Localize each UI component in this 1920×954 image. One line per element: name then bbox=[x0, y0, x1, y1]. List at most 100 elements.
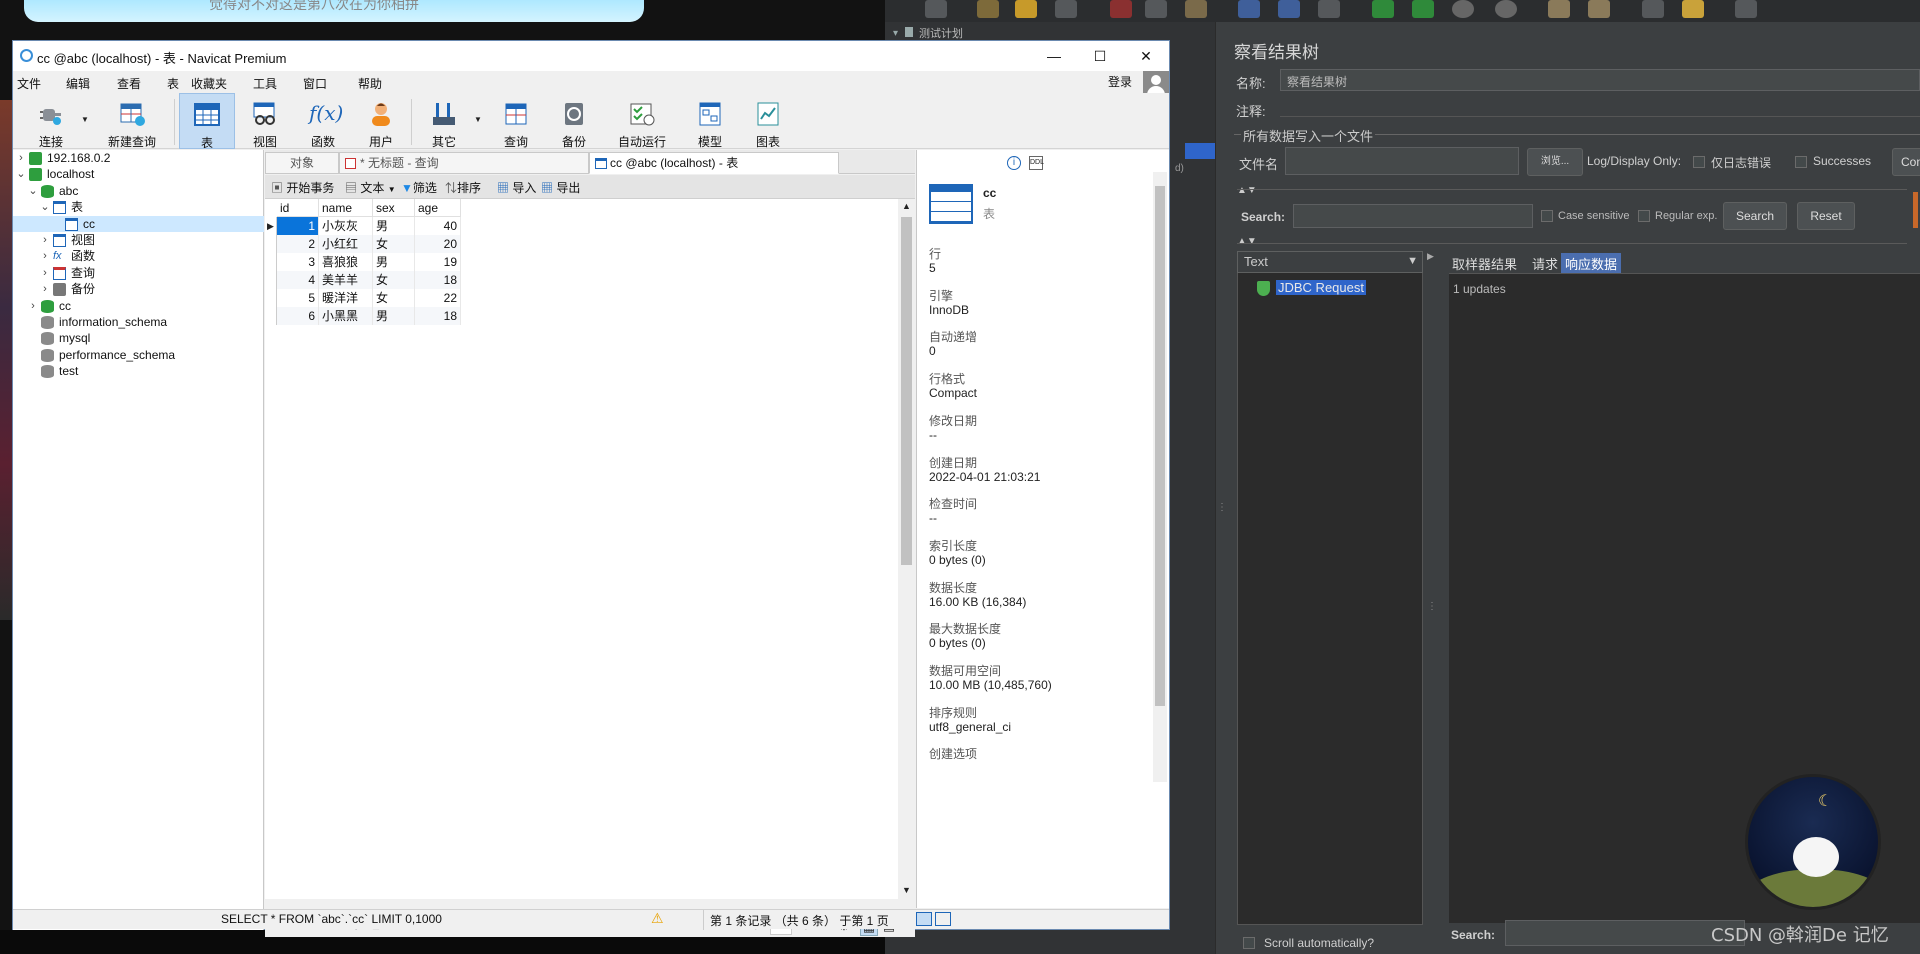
table-cell-age[interactable]: 20 bbox=[415, 235, 461, 253]
scroll-auto-checkbox[interactable] bbox=[1243, 937, 1255, 949]
chevron-right-icon[interactable]: › bbox=[39, 232, 51, 248]
divider-handle[interactable]: ⋮ bbox=[1217, 502, 1227, 513]
menu-table[interactable]: 表 bbox=[167, 75, 179, 92]
layout-right-icon[interactable] bbox=[935, 912, 951, 926]
toolbar-new-query[interactable]: 新建查询 bbox=[95, 93, 169, 149]
renderer-select[interactable]: Text ▼ bbox=[1237, 251, 1423, 273]
table-cell-age[interactable]: 40 bbox=[415, 217, 461, 235]
table-cell-age[interactable]: 22 bbox=[415, 289, 461, 307]
search-input[interactable] bbox=[1293, 204, 1533, 228]
menu-view[interactable]: 查看 bbox=[117, 75, 141, 92]
chevron-down-icon[interactable]: ⌄ bbox=[39, 199, 51, 215]
filename-field[interactable] bbox=[1285, 147, 1519, 175]
reset-button[interactable]: Reset bbox=[1797, 202, 1855, 230]
toolbar-connect[interactable]: 连接 bbox=[23, 93, 79, 149]
tab-request[interactable]: 请求 bbox=[1528, 253, 1562, 273]
toolbar-chart[interactable]: 图表 bbox=[740, 93, 796, 149]
table-cell-id[interactable]: 5 bbox=[277, 289, 319, 307]
successes-checkbox[interactable] bbox=[1795, 156, 1807, 168]
toolbar-view[interactable]: 视图 bbox=[237, 93, 293, 149]
collapse-arrows-icon[interactable]: ▲▼ bbox=[1237, 185, 1257, 196]
copy-icon[interactable] bbox=[1145, 0, 1167, 18]
save-icon[interactable] bbox=[1055, 0, 1077, 18]
toolbar-automation[interactable]: 自动运行 bbox=[604, 93, 680, 149]
import-button[interactable]: ▦ 导入 bbox=[497, 179, 536, 196]
collapse-icon[interactable] bbox=[1278, 0, 1300, 18]
tree-item[interactable]: › 备份 bbox=[13, 281, 264, 297]
table-cell-sex[interactable]: 女 bbox=[373, 271, 415, 289]
tree-item[interactable]: ⌄ abc bbox=[13, 183, 264, 199]
menu-favorites[interactable]: 收藏夹 bbox=[191, 75, 227, 92]
tree-item[interactable]: › 查询 bbox=[13, 265, 264, 281]
export-button[interactable]: ▦ 导出 bbox=[541, 179, 580, 196]
tree-item[interactable]: ⌄ 表 bbox=[13, 199, 264, 215]
cut-icon[interactable] bbox=[1110, 0, 1132, 18]
collapse-arrows-icon-2[interactable]: ▲▼ bbox=[1237, 236, 1257, 247]
toolbar-model[interactable]: 模型 bbox=[682, 93, 738, 149]
table-cell-age[interactable]: 19 bbox=[415, 253, 461, 271]
new-icon[interactable] bbox=[925, 0, 947, 18]
tree-item[interactable]: › cc bbox=[13, 298, 264, 314]
toolbar-query[interactable]: 查询 bbox=[488, 93, 544, 149]
row-indicator[interactable] bbox=[265, 235, 277, 253]
start-no-pause-icon[interactable] bbox=[1412, 0, 1434, 18]
menu-tools[interactable]: 工具 bbox=[253, 75, 277, 92]
info-scrollbar-thumb[interactable] bbox=[1155, 186, 1165, 706]
close-button[interactable]: ✕ bbox=[1123, 41, 1169, 71]
bottom-search-input[interactable] bbox=[1505, 920, 1745, 946]
layout-left-icon[interactable] bbox=[916, 912, 932, 926]
tree-item[interactable]: › 192.168.0.2 bbox=[13, 150, 264, 166]
table-cell-name[interactable]: 小红红 bbox=[319, 235, 373, 253]
table-cell-id[interactable]: 2 bbox=[277, 235, 319, 253]
scrollbar-thumb[interactable] bbox=[901, 217, 912, 565]
chevron-right-icon[interactable]: › bbox=[39, 265, 51, 281]
other-dropdown-icon[interactable]: ▼ bbox=[474, 115, 482, 124]
tree-item[interactable]: ⌄ localhost bbox=[13, 166, 264, 182]
chevron-right-icon[interactable]: › bbox=[15, 150, 27, 166]
clear-icon[interactable] bbox=[1548, 0, 1570, 18]
table-cell-name[interactable]: 喜狼狼 bbox=[319, 253, 373, 271]
row-indicator[interactable]: ▶ bbox=[265, 217, 277, 235]
table-cell-name[interactable]: 小灰灰 bbox=[319, 217, 373, 235]
divider-handle-2[interactable]: ⋮ bbox=[1427, 601, 1437, 612]
row-indicator[interactable] bbox=[265, 271, 277, 289]
tab-response-data[interactable]: 响应数据 bbox=[1561, 253, 1622, 273]
table-cell-age[interactable]: 18 bbox=[415, 271, 461, 289]
toolbar-backup[interactable]: 备份 bbox=[546, 93, 602, 149]
connect-dropdown-icon[interactable]: ▼ bbox=[81, 115, 89, 124]
comment-field[interactable] bbox=[1280, 99, 1920, 117]
menu-file[interactable]: 文件 bbox=[17, 75, 41, 92]
tree-item[interactable]: test bbox=[13, 363, 264, 379]
errors-only-checkbox[interactable] bbox=[1693, 156, 1705, 168]
search-button[interactable]: Search bbox=[1723, 202, 1787, 230]
clear-all-icon[interactable] bbox=[1588, 0, 1610, 18]
folder-icon[interactable] bbox=[1015, 0, 1037, 18]
row-indicator[interactable] bbox=[265, 307, 277, 325]
expand-icon[interactable] bbox=[1238, 0, 1260, 18]
scroll-up-icon[interactable]: ▲ bbox=[902, 201, 911, 211]
shutdown-icon[interactable] bbox=[1495, 0, 1517, 18]
column-header-age[interactable]: age bbox=[415, 199, 461, 217]
chevron-down-icon[interactable]: ▾ bbox=[893, 28, 898, 39]
info-icon[interactable]: i bbox=[1007, 156, 1021, 170]
row-indicator[interactable] bbox=[265, 289, 277, 307]
table-cell-sex[interactable]: 女 bbox=[373, 235, 415, 253]
begin-transaction-button[interactable]: ▣ 开始事务 bbox=[271, 179, 334, 196]
sort-button[interactable]: ⇅排序 bbox=[445, 179, 481, 196]
menu-help[interactable]: 帮助 bbox=[358, 75, 382, 92]
open-icon[interactable] bbox=[977, 0, 999, 18]
column-header-sex[interactable]: sex bbox=[373, 199, 415, 217]
tab-objects[interactable]: 对象 bbox=[265, 152, 339, 174]
chevron-right-icon[interactable]: › bbox=[27, 298, 39, 314]
table-cell-id[interactable]: 4 bbox=[277, 271, 319, 289]
browse-button[interactable]: 浏览... bbox=[1527, 148, 1583, 176]
warning-icon[interactable]: ⚠ bbox=[651, 910, 664, 927]
login-link[interactable]: 登录 bbox=[1108, 73, 1132, 90]
regular-exp-checkbox[interactable] bbox=[1638, 210, 1650, 222]
toolbar-other[interactable]: 其它 bbox=[416, 93, 472, 149]
table-cell-sex[interactable]: 男 bbox=[373, 307, 415, 325]
tree-item[interactable]: › 视图 bbox=[13, 232, 264, 248]
stop-icon[interactable] bbox=[1452, 0, 1474, 18]
divider-arrow-icon[interactable]: ▶ bbox=[1427, 251, 1434, 262]
text-button[interactable]: ▤ 文本 ▼ bbox=[345, 179, 396, 196]
